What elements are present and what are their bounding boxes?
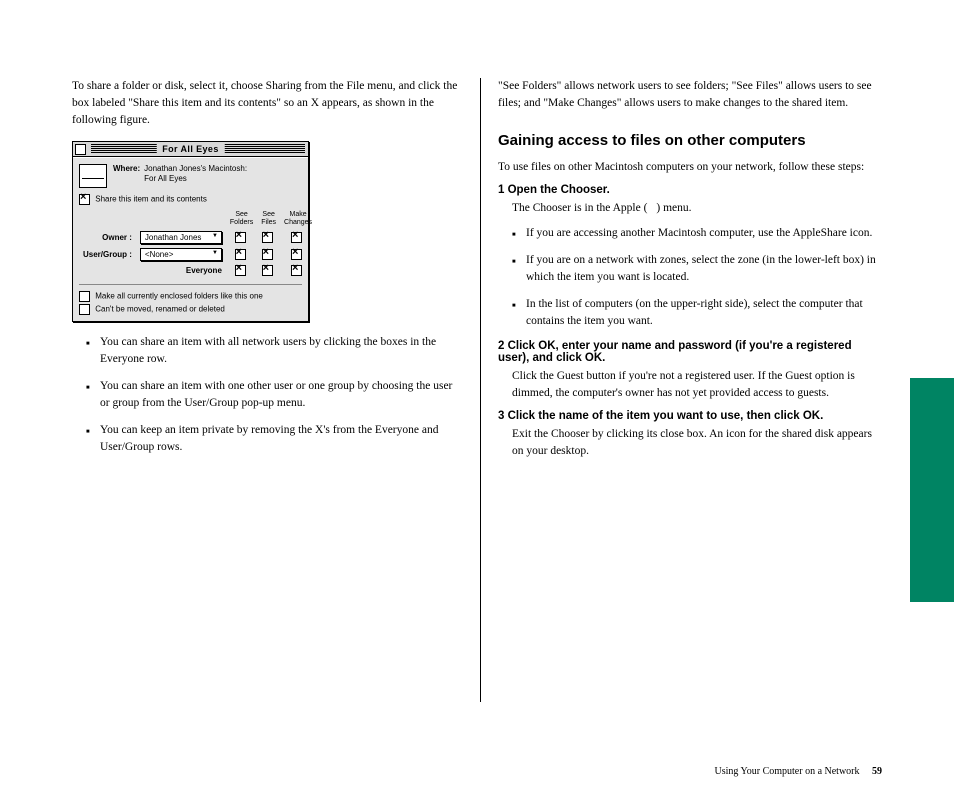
everyone-row-label: Everyone: [136, 263, 226, 278]
everyone-make-changes-checkbox[interactable]: [291, 265, 302, 276]
step-2-body: Click the Guest button if you're not a r…: [498, 368, 880, 402]
section-heading: Gaining access to files on other compute…: [498, 132, 880, 149]
col-see-files: See Files: [257, 211, 280, 229]
intro-paragraph: To share a folder or disk, select it, ch…: [72, 78, 462, 129]
sharing-window: For All Eyes Where: Jonathan Jones's Mac…: [72, 141, 309, 322]
group-row-label: User/Group :: [79, 246, 136, 263]
group-see-files-checkbox[interactable]: [262, 249, 273, 260]
right-column: "See Folders" allows network users to se…: [498, 78, 880, 468]
page-number: 59: [872, 766, 882, 777]
footer-section: Using Your Computer on a Network: [715, 766, 860, 777]
step-3-body: Exit the Chooser by clicking its close b…: [498, 426, 880, 460]
column-divider: [480, 78, 481, 702]
everyone-see-files-checkbox[interactable]: [262, 265, 273, 276]
window-body: Where: Jonathan Jones's Macintosh: For A…: [73, 157, 308, 321]
window-title: For All Eyes: [156, 144, 224, 154]
right-intro: "See Folders" allows network users to se…: [498, 78, 880, 112]
share-checkbox[interactable]: [79, 194, 90, 205]
left-bullet-list: You can share an item with all network u…: [72, 334, 462, 456]
make-enclosed-checkbox[interactable]: [79, 291, 90, 302]
col-see-folders: See Folders: [226, 211, 257, 229]
where-label: Where:: [113, 164, 140, 173]
group-see-folders-checkbox[interactable]: [235, 249, 246, 260]
step-1-label: 1 Open the Chooser.: [498, 184, 880, 196]
right-bullet-1: If you are accessing another Macintosh c…: [498, 225, 880, 242]
owner-see-folders-checkbox[interactable]: [235, 232, 246, 243]
close-box-icon[interactable]: [75, 144, 86, 155]
locked-row: Can't be moved, renamed or deleted: [79, 304, 302, 315]
group-make-changes-checkbox[interactable]: [291, 249, 302, 260]
locked-checkbox[interactable]: [79, 304, 90, 315]
owner-make-changes-checkbox[interactable]: [291, 232, 302, 243]
group-popup[interactable]: <None>: [140, 248, 222, 261]
right-bullet-list: If you are accessing another Macintosh c…: [498, 225, 880, 330]
hard-disk-icon: [79, 164, 107, 188]
share-checkbox-row: Share this item and its contents: [79, 194, 302, 205]
left-column: To share a folder or disk, select it, ch…: [72, 78, 462, 466]
thumb-tab: [910, 378, 954, 602]
lead-text: To use files on other Macintosh computer…: [498, 159, 880, 176]
right-bullet-3: In the list of computers (on the upper-r…: [498, 296, 880, 330]
owner-see-files-checkbox[interactable]: [262, 232, 273, 243]
where-path: Jonathan Jones's Macintosh: For All Eyes: [144, 164, 247, 184]
everyone-see-folders-checkbox[interactable]: [235, 265, 246, 276]
left-bullet-1: You can share an item with all network u…: [72, 334, 462, 368]
page-footer: Using Your Computer on a Network 59: [72, 766, 882, 777]
permissions-table: See Folders See Files Make Changes Owner…: [79, 211, 316, 278]
share-checkbox-label: Share this item and its contents: [95, 195, 207, 204]
left-bullet-2: You can share an item with one other use…: [72, 378, 462, 412]
step-1-body: The Chooser is in the Apple () menu.: [498, 200, 880, 217]
owner-popup[interactable]: Jonathan Jones: [140, 231, 222, 244]
step-2-label: 2 Click OK, enter your name and password…: [498, 340, 880, 364]
left-bullet-3: You can keep an item private by removing…: [72, 422, 462, 456]
window-titlebar: For All Eyes: [73, 142, 308, 157]
col-make-changes: Make Changes: [280, 211, 316, 229]
make-enclosed-row: Make all currently enclosed folders like…: [79, 291, 302, 302]
owner-row-label: Owner :: [79, 229, 136, 246]
locked-label: Can't be moved, renamed or deleted: [95, 305, 225, 314]
right-bullet-2: If you are on a network with zones, sele…: [498, 252, 880, 286]
make-enclosed-label: Make all currently enclosed folders like…: [95, 292, 263, 301]
step-3-label: 3 Click the name of the item you want to…: [498, 410, 880, 422]
